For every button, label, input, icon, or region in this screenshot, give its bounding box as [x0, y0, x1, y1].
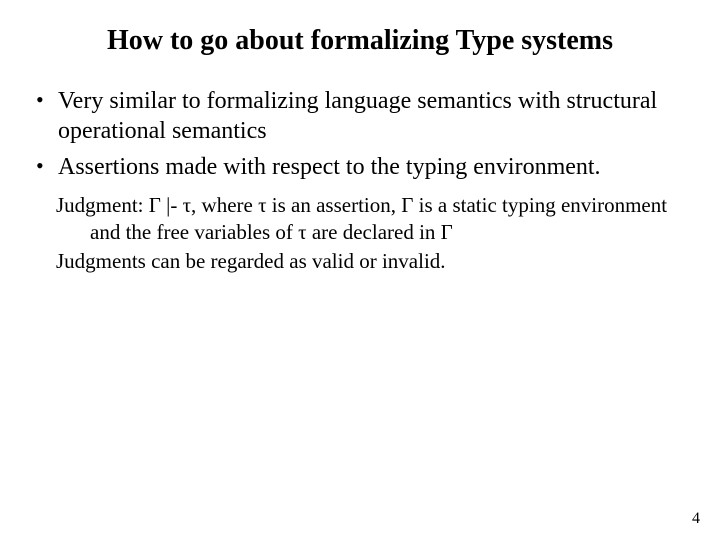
bullet-list: Very similar to formalizing language sem…: [28, 86, 692, 182]
judgment-text: Judgment: Γ |- τ, where τ is an assertio…: [56, 192, 692, 247]
bullet-item: Assertions made with respect to the typi…: [34, 152, 692, 182]
slide-title: How to go about formalizing Type systems: [28, 24, 692, 58]
slide: How to go about formalizing Type systems…: [0, 0, 720, 540]
sub-block: Judgment: Γ |- τ, where τ is an assertio…: [28, 192, 692, 276]
bullet-item: Very similar to formalizing language sem…: [34, 86, 692, 146]
page-number: 4: [692, 510, 700, 528]
validity-text: Judgments can be regarded as valid or in…: [56, 248, 692, 275]
